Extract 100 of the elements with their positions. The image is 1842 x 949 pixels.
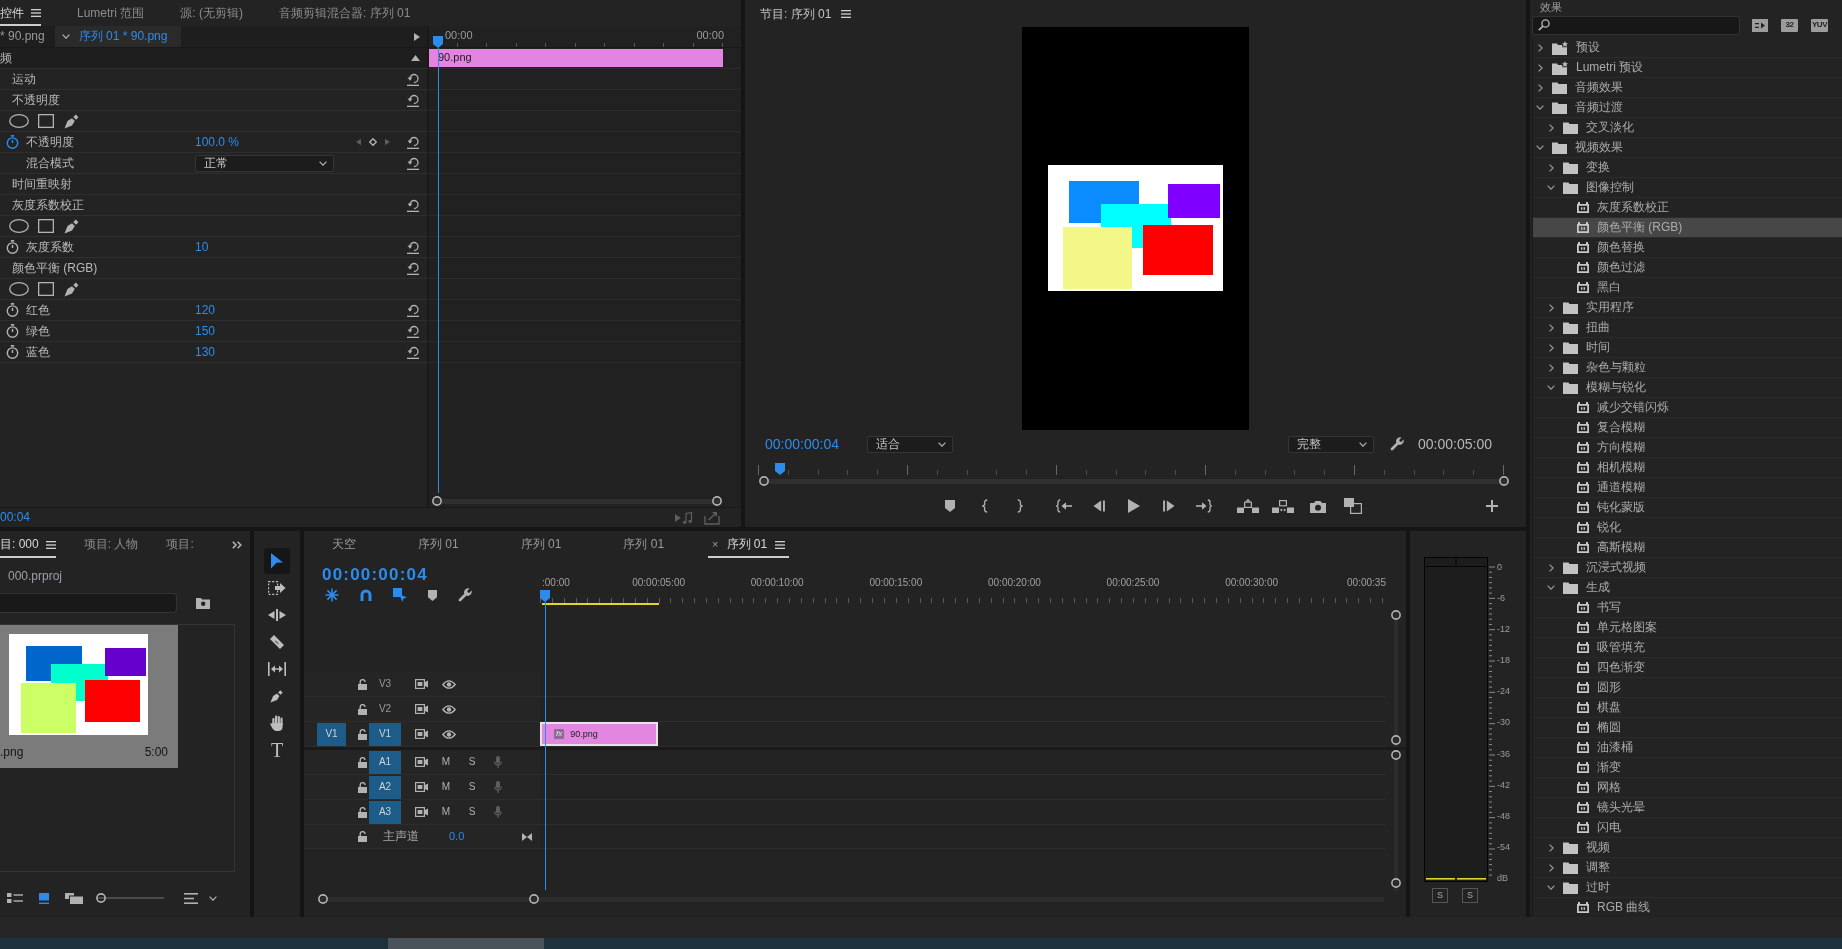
lock-icon[interactable]: [358, 756, 367, 768]
effect-item[interactable]: 棋盘: [1533, 698, 1842, 718]
extract-icon[interactable]: [1272, 499, 1294, 513]
reset-icon[interactable]: [406, 198, 420, 212]
reset-icon[interactable]: [406, 324, 420, 338]
chevron-right-icon[interactable]: [1548, 303, 1554, 312]
chevron-right-icon[interactable]: [1548, 843, 1554, 852]
panel-tab[interactable]: 项目: 人物: [83, 531, 139, 558]
scroll-handle-icon[interactable]: [529, 894, 539, 904]
pen-icon[interactable]: [64, 218, 80, 234]
playhead-icon[interactable]: [775, 463, 786, 475]
film-icon[interactable]: [415, 807, 428, 817]
play-icon[interactable]: [1128, 499, 1140, 513]
chevron-right-icon[interactable]: [1548, 343, 1554, 352]
effect-item[interactable]: 相机模糊: [1533, 458, 1842, 478]
folder-item[interactable]: 视频效果: [1533, 138, 1842, 158]
right-triangle-icon[interactable]: [414, 32, 420, 41]
ellipse-mask-icon[interactable]: [9, 282, 29, 296]
effect-item[interactable]: 闪电: [1533, 818, 1842, 838]
chevron-right-icon[interactable]: [1548, 863, 1554, 872]
stopwatch-icon[interactable]: [6, 135, 19, 149]
clip-tab[interactable]: * 90.png: [0, 26, 45, 47]
resolution-dropdown[interactable]: 完整: [1288, 435, 1375, 453]
parameter-value[interactable]: 10: [195, 239, 209, 255]
go-to-in-icon[interactable]: [1056, 499, 1072, 513]
parameter-value[interactable]: 150: [195, 323, 216, 339]
folder-item[interactable]: 杂色与颗粒: [1533, 358, 1842, 378]
folder-item[interactable]: 调整: [1533, 858, 1842, 878]
clip[interactable]: fx 90.png: [540, 722, 658, 746]
next-keyframe-icon[interactable]: [385, 138, 390, 146]
solo-button[interactable]: S: [466, 806, 478, 818]
effect-item[interactable]: 渐变: [1533, 758, 1842, 778]
menu-icon[interactable]: [775, 540, 786, 549]
mute-button[interactable]: M: [440, 756, 452, 768]
selection-tool[interactable]: [264, 548, 290, 574]
lock-icon[interactable]: [358, 728, 367, 740]
effect-item[interactable]: 颜色过滤: [1533, 258, 1842, 278]
reset-icon[interactable]: [406, 240, 420, 254]
reset-icon[interactable]: [406, 345, 420, 359]
effect-item[interactable]: 方向模糊: [1533, 438, 1842, 458]
sequence-tab[interactable]: × 序列 01: [708, 531, 790, 558]
audio-play-icon[interactable]: [675, 511, 693, 524]
chevron-down-icon[interactable]: [1547, 585, 1555, 590]
chevron-right-icon[interactable]: [1537, 83, 1543, 92]
effect-item[interactable]: 通道模糊: [1533, 478, 1842, 498]
zoom-level-dropdown[interactable]: 适合: [866, 435, 953, 453]
folder-item[interactable]: 图像控制: [1533, 178, 1842, 198]
search-field[interactable]: [0, 593, 177, 613]
compare-icon[interactable]: [1344, 498, 1362, 514]
eye-icon[interactable]: [442, 679, 456, 689]
parameter-value[interactable]: 100.0 %: [195, 134, 240, 150]
folder-item[interactable]: 扭曲: [1533, 318, 1842, 338]
mute-button[interactable]: M: [440, 806, 452, 818]
bowtie-icon[interactable]: [522, 832, 532, 841]
menu-icon[interactable]: [31, 9, 41, 17]
folder-item[interactable]: Lumetri 预设: [1533, 58, 1842, 78]
scroll-handle-icon[interactable]: [712, 496, 722, 506]
reset-icon[interactable]: [406, 156, 420, 170]
panel-tab[interactable]: 项目:: [166, 531, 194, 558]
sort-icon[interactable]: [184, 892, 198, 904]
lock-icon[interactable]: [358, 781, 367, 793]
sequence-tab[interactable]: 序列 01: [619, 531, 669, 558]
chevron-down-icon[interactable]: [1536, 145, 1544, 150]
time-ruler[interactable]: :00:00 00:00:05:00 00:00:10:00 00:00:15:00 00:00:20:00 00:00:25:00 00:00:30:00 00:00:35: [540, 558, 1386, 610]
blend-mode-dropdown[interactable]: 正常: [195, 154, 334, 172]
solo-button[interactable]: S: [1432, 888, 1448, 903]
filter-button[interactable]: YUV: [1811, 18, 1828, 32]
effect-item[interactable]: 单元格图案: [1533, 618, 1842, 638]
search-field[interactable]: [1532, 15, 1740, 35]
folder-item[interactable]: 模糊与锐化: [1533, 378, 1842, 398]
sequence-tab[interactable]: 序列 01: [516, 531, 566, 558]
plus-icon[interactable]: [1486, 500, 1498, 512]
list-view-icon[interactable]: [7, 893, 23, 903]
chevron-right-icon[interactable]: [1537, 63, 1543, 72]
reset-icon[interactable]: [406, 93, 420, 107]
lock-icon[interactable]: [358, 678, 367, 690]
effect-item[interactable]: 书写: [1533, 598, 1842, 618]
folder-item[interactable]: 过时: [1533, 878, 1842, 898]
solo-button[interactable]: S: [466, 756, 478, 768]
track-target[interactable]: A2: [369, 775, 401, 799]
parameter-value[interactable]: 120: [195, 302, 216, 318]
chevron-down-icon[interactable]: [1547, 385, 1555, 390]
film-icon[interactable]: [415, 782, 428, 792]
eye-icon[interactable]: [442, 704, 456, 714]
effect-item[interactable]: 椭圆: [1533, 718, 1842, 738]
step-forward-icon[interactable]: [1163, 500, 1175, 512]
clip-bar[interactable]: 90.png: [429, 49, 723, 67]
track-target[interactable]: V3: [369, 672, 401, 696]
playhead-icon[interactable]: [540, 590, 551, 602]
sequence-tab[interactable]: 序列 01: [414, 531, 463, 558]
effect-item[interactable]: 钝化蒙版: [1533, 498, 1842, 518]
chevron-right-icon[interactable]: [1537, 43, 1543, 52]
chevron-down-icon[interactable]: [61, 34, 70, 39]
timecode[interactable]: 00:04: [0, 510, 31, 525]
pen-icon[interactable]: [64, 113, 80, 129]
scroll-handle-icon[interactable]: [432, 496, 442, 506]
track-target[interactable]: V1: [369, 722, 401, 746]
marker-icon[interactable]: [428, 589, 437, 601]
slider-thumb-icon[interactable]: [96, 893, 106, 903]
effect-item[interactable]: 油漆桶: [1533, 738, 1842, 758]
